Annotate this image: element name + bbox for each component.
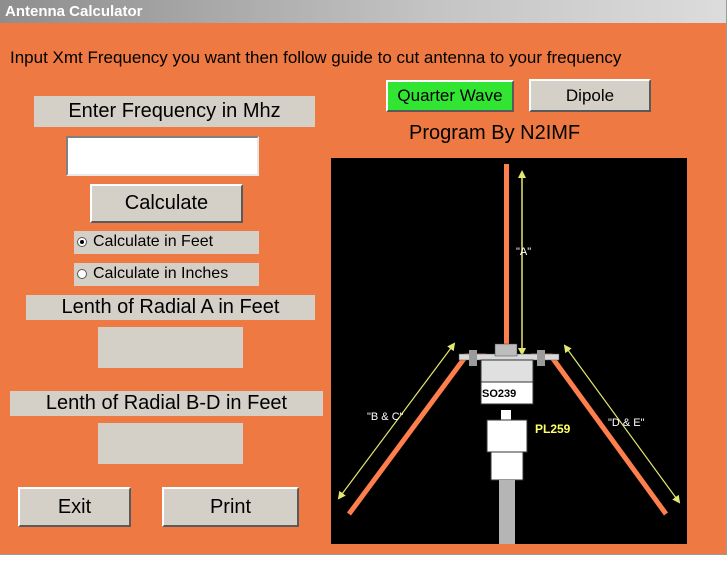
frequency-input[interactable] — [66, 136, 259, 176]
pl259-label: PL259 — [535, 422, 571, 436]
radio-inches-label: Calculate in Inches — [93, 265, 229, 282]
radial-bd-output — [98, 423, 243, 464]
radial-left — [346, 353, 486, 516]
antenna-diagram-svg: "A" "B & C" "D & E" SO239 PL259 — [337, 164, 681, 544]
radial-bd-label: Lenth of Radial B-D in Feet — [10, 391, 323, 416]
coax-cable — [499, 480, 515, 544]
radio-selected-icon — [77, 237, 87, 247]
so239-body — [480, 359, 534, 383]
insulator — [494, 343, 518, 357]
frequency-label: Enter Frequency in Mhz — [34, 96, 315, 127]
program-credit: Program By N2IMF — [409, 122, 581, 144]
label-a: "A" — [516, 246, 531, 258]
app-window: Antenna Calculator Input Xmt Frequency y… — [0, 0, 727, 555]
label-de: "D & E" — [608, 417, 645, 429]
window-title: Antenna Calculator — [5, 3, 143, 20]
label-bc: "B & C" — [367, 411, 404, 423]
radial-a-label: Lenth of Radial A in Feet — [26, 295, 315, 320]
calculate-button[interactable]: Calculate — [90, 184, 243, 223]
bolt-left — [469, 350, 477, 366]
radial-a-output — [98, 327, 243, 368]
radio-calculate-inches[interactable]: Calculate in Inches — [74, 263, 259, 286]
print-button[interactable]: Print — [162, 487, 299, 527]
radio-feet-label: Calculate in Feet — [93, 233, 214, 250]
dipole-button[interactable]: Dipole — [529, 79, 651, 112]
quarter-wave-button[interactable]: Quarter Wave — [386, 80, 514, 112]
radio-calculate-feet[interactable]: Calculate in Feet — [74, 231, 259, 254]
pl259-nut — [486, 419, 528, 453]
instructions-text: Input Xmt Frequency you want then follow… — [10, 48, 622, 67]
taskbar-strip — [0, 555, 728, 561]
title-bar: Antenna Calculator — [0, 0, 726, 23]
bolt-right — [537, 350, 545, 366]
pl259-body — [490, 451, 524, 481]
radio-unselected-icon — [77, 269, 87, 279]
exit-button[interactable]: Exit — [18, 487, 131, 527]
radiator-element — [504, 164, 509, 354]
antenna-diagram: "A" "B & C" "D & E" SO239 PL259 — [331, 158, 687, 544]
pl259-pin — [501, 410, 511, 420]
so239-label: SO239 — [482, 388, 516, 400]
